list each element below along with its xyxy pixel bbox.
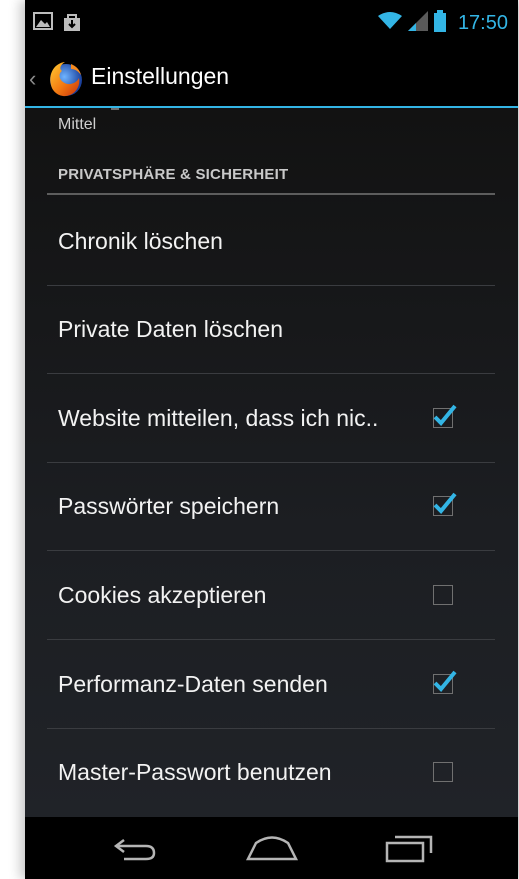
status-bar: 17:50 xyxy=(25,0,518,50)
checkmark-icon xyxy=(433,404,457,426)
setting-label: Performanz-Daten senden xyxy=(58,671,328,697)
setting-label: Cookies akzeptieren xyxy=(58,582,267,608)
system-icons: 17:50 xyxy=(377,10,508,37)
settings-list: Mittel PRIVATSPHÄRE & SICHERHEIT Chronik… xyxy=(25,108,518,817)
home-icon[interactable] xyxy=(245,831,299,865)
firefox-logo[interactable] xyxy=(45,59,85,99)
setting-label: Private Daten löschen xyxy=(58,316,284,342)
phone-screen: 17:50 ‹ Einstellungen Mittel PRIVATSPHÄR… xyxy=(25,0,518,879)
picture-icon xyxy=(33,12,53,37)
notification-icons xyxy=(33,12,81,37)
recent-apps-icon[interactable] xyxy=(383,831,433,865)
battery-icon xyxy=(433,10,446,37)
setting-label: Chronik löschen xyxy=(58,228,223,254)
setting-row-master-password[interactable]: Master-Passwort benutzen xyxy=(25,729,518,817)
page-title: Einstellungen xyxy=(91,63,230,89)
checkmark-icon xyxy=(433,492,457,514)
row-divider xyxy=(47,373,495,374)
up-navigation-icon[interactable]: ‹ xyxy=(29,66,36,92)
action-bar: ‹ Einstellungen xyxy=(25,50,518,108)
checkbox-checked[interactable] xyxy=(433,670,457,694)
checkbox-unchecked[interactable] xyxy=(433,585,453,605)
row-divider xyxy=(47,639,495,640)
setting-label: Website mitteilen, dass ich nic.. xyxy=(58,405,379,431)
checkmark-icon xyxy=(433,670,457,692)
category-header: PRIVATSPHÄRE & SICHERHEIT xyxy=(58,166,289,183)
checkbox-unchecked[interactable] xyxy=(433,762,453,782)
navigation-bar xyxy=(25,817,518,879)
setting-label: Master-Passwort benutzen xyxy=(58,759,332,785)
setting-row-save-passwords[interactable]: Passwörter speichern xyxy=(25,463,518,551)
setting-row-clear-private-data[interactable]: Private Daten löschen xyxy=(25,286,518,374)
setting-row-do-not-track[interactable]: Website mitteilen, dass ich nic.. xyxy=(25,375,518,463)
back-icon[interactable] xyxy=(110,831,160,865)
wifi-icon xyxy=(377,12,402,35)
setting-label: Passwörter speichern xyxy=(58,493,280,519)
clock: 17:50 xyxy=(457,12,508,34)
setting-row-send-performance-data[interactable]: Performanz-Daten senden xyxy=(25,641,518,729)
setting-row-accept-cookies[interactable]: Cookies akzeptieren xyxy=(25,552,518,640)
category-divider xyxy=(47,193,495,195)
partial-row-summary: Mittel xyxy=(58,116,97,133)
setting-row-clear-history[interactable]: Chronik löschen xyxy=(25,198,518,286)
checkbox-checked[interactable] xyxy=(433,404,457,428)
row-divider xyxy=(47,550,495,551)
download-icon xyxy=(63,12,81,37)
signal-icon xyxy=(407,11,428,36)
checkbox-checked[interactable] xyxy=(433,492,457,516)
scrolled-row-edge xyxy=(111,108,119,110)
